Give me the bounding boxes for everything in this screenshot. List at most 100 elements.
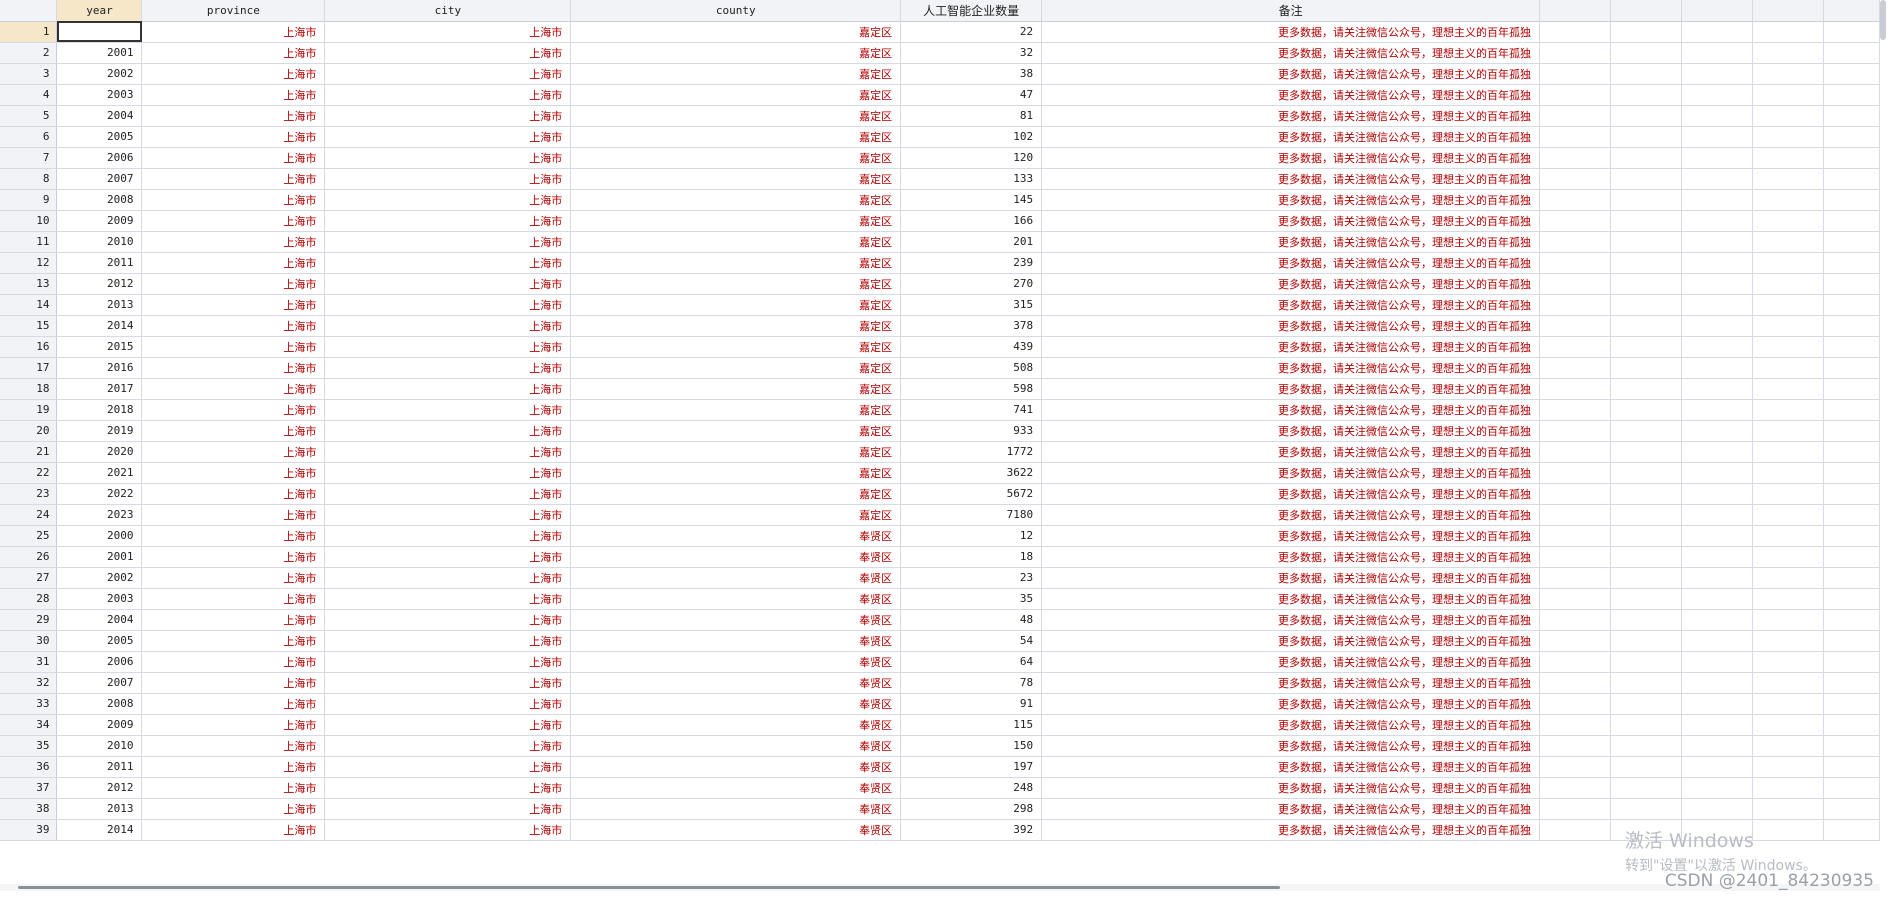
empty-cell[interactable] [1752,546,1824,568]
cell-province[interactable]: 上海市 [141,546,326,568]
table-row[interactable]: 37 2012 上海市 上海市 奉贤区 248 更多数据，请关注微信公众号，理想主义的百年孤… [0,777,1880,799]
column-header-county[interactable]: county [570,0,902,22]
empty-cell[interactable] [1539,147,1612,169]
cell-province[interactable]: 上海市 [141,399,326,421]
cell-city[interactable]: 上海市 [324,714,572,736]
cell-year[interactable]: 2010 [56,231,143,253]
cell-city[interactable]: 上海市 [324,609,572,631]
cell-ai-enterprise-count[interactable]: 115 [900,714,1043,736]
cell-county[interactable]: 奉贤区 [570,630,902,652]
cell-county[interactable]: 奉贤区 [570,777,902,799]
cell-year[interactable]: 2015 [56,336,143,358]
empty-cell[interactable] [1539,273,1612,295]
cell-year[interactable]: 2006 [56,147,143,169]
cell-city[interactable]: 上海市 [324,630,572,652]
data-grid[interactable]: year province city county 人工智能企业数量 备注 1 上… [0,0,1880,880]
cell-ai-enterprise-count[interactable]: 64 [900,651,1043,673]
cell-province[interactable]: 上海市 [141,798,326,820]
empty-cell[interactable] [1681,231,1753,253]
row-number[interactable]: 10 [0,210,58,232]
cell-remarks[interactable]: 更多数据，请关注微信公众号，理想主义的百年孤独 [1041,630,1541,652]
cell-ai-enterprise-count[interactable]: 38 [900,63,1043,85]
empty-cell[interactable] [1823,231,1880,253]
cell-county[interactable]: 嘉定区 [570,483,902,505]
empty-cell[interactable] [1752,462,1824,484]
cell-province[interactable]: 上海市 [141,714,326,736]
cell-year[interactable]: 2011 [56,252,143,274]
empty-cell[interactable] [1610,252,1682,274]
empty-cell[interactable] [1823,336,1880,358]
cell-ai-enterprise-count[interactable]: 239 [900,252,1043,274]
empty-cell[interactable] [1681,105,1753,127]
column-header-ai-enterprise-count[interactable]: 人工智能企业数量 [900,0,1043,22]
row-number[interactable]: 5 [0,105,58,127]
empty-cell[interactable] [1823,399,1880,421]
row-number[interactable]: 36 [0,756,58,778]
cell-ai-enterprise-count[interactable]: 91 [900,693,1043,715]
cell-ai-enterprise-count[interactable]: 32 [900,42,1043,64]
empty-cell[interactable] [1752,441,1824,463]
cell-city[interactable]: 上海市 [324,84,572,106]
empty-cell[interactable] [1539,315,1612,337]
row-number[interactable]: 29 [0,609,58,631]
empty-cell[interactable] [1681,21,1753,43]
table-row[interactable]: 34 2009 上海市 上海市 奉贤区 115 更多数据，请关注微信公众号，理想主义的百年孤… [0,714,1880,736]
table-row[interactable]: 19 2018 上海市 上海市 嘉定区 741 更多数据，请关注微信公众号，理想主义的百年孤… [0,399,1880,421]
cell-province[interactable]: 上海市 [141,651,326,673]
cell-province[interactable]: 上海市 [141,63,326,85]
cell-ai-enterprise-count[interactable]: 150 [900,735,1043,757]
cell-city[interactable]: 上海市 [324,798,572,820]
cell-year[interactable]: 2011 [56,756,143,778]
table-row[interactable]: 21 2020 上海市 上海市 嘉定区 1772 更多数据，请关注微信公众号，理想主义的百年… [0,441,1880,463]
empty-cell[interactable] [1610,483,1682,505]
cell-year[interactable]: 2014 [56,819,143,841]
cell-city[interactable]: 上海市 [324,294,572,316]
cell-province[interactable]: 上海市 [141,231,326,253]
cell-city[interactable]: 上海市 [324,231,572,253]
empty-cell[interactable] [1823,147,1880,169]
cell-year[interactable]: 2003 [56,588,143,610]
cell-remarks[interactable]: 更多数据，请关注微信公众号，理想主义的百年孤独 [1041,441,1541,463]
empty-cell[interactable] [1681,756,1753,778]
empty-cell[interactable] [1681,294,1753,316]
empty-cell[interactable] [1610,756,1682,778]
cell-ai-enterprise-count[interactable]: 166 [900,210,1043,232]
empty-cell[interactable] [1610,294,1682,316]
cell-city[interactable]: 上海市 [324,105,572,127]
cell-remarks[interactable]: 更多数据，请关注微信公众号，理想主义的百年孤独 [1041,147,1541,169]
cell-province[interactable]: 上海市 [141,42,326,64]
empty-cell[interactable] [1610,630,1682,652]
cell-ai-enterprise-count[interactable]: 315 [900,294,1043,316]
cell-city[interactable]: 上海市 [324,525,572,547]
empty-cell[interactable] [1752,378,1824,400]
empty-cell[interactable] [1752,609,1824,631]
cell-year[interactable]: 2008 [56,693,143,715]
row-number[interactable]: 27 [0,567,58,589]
cell-province[interactable]: 上海市 [141,315,326,337]
empty-cell[interactable] [1823,819,1880,841]
table-row[interactable]: 2 2001 上海市 上海市 嘉定区 32 更多数据，请关注微信公众号，理想主义的百年孤独 [0,42,1880,64]
cell-remarks[interactable]: 更多数据，请关注微信公众号，理想主义的百年孤独 [1041,210,1541,232]
empty-cell[interactable] [1823,777,1880,799]
empty-cell[interactable] [1823,252,1880,274]
cell-city[interactable]: 上海市 [324,126,572,148]
empty-cell[interactable] [1681,399,1753,421]
cell-county[interactable]: 奉贤区 [570,525,902,547]
empty-cell[interactable] [1539,672,1612,694]
column-header-year[interactable]: year [56,0,143,22]
empty-cell[interactable] [1610,126,1682,148]
empty-cell[interactable] [1681,735,1753,757]
empty-cell[interactable] [1610,189,1682,211]
cell-ai-enterprise-count[interactable]: 5672 [900,483,1043,505]
empty-cell[interactable] [1610,525,1682,547]
cell-ai-enterprise-count[interactable]: 392 [900,819,1043,841]
empty-cell[interactable] [1610,609,1682,631]
empty-cell[interactable] [1681,189,1753,211]
cell-county[interactable]: 嘉定区 [570,168,902,190]
cell-city[interactable]: 上海市 [324,504,572,526]
empty-cell[interactable] [1610,378,1682,400]
cell-province[interactable]: 上海市 [141,672,326,694]
empty-cell[interactable] [1823,105,1880,127]
cell-remarks[interactable]: 更多数据，请关注微信公众号，理想主义的百年孤独 [1041,105,1541,127]
cell-remarks[interactable]: 更多数据，请关注微信公众号，理想主义的百年孤独 [1041,819,1541,841]
